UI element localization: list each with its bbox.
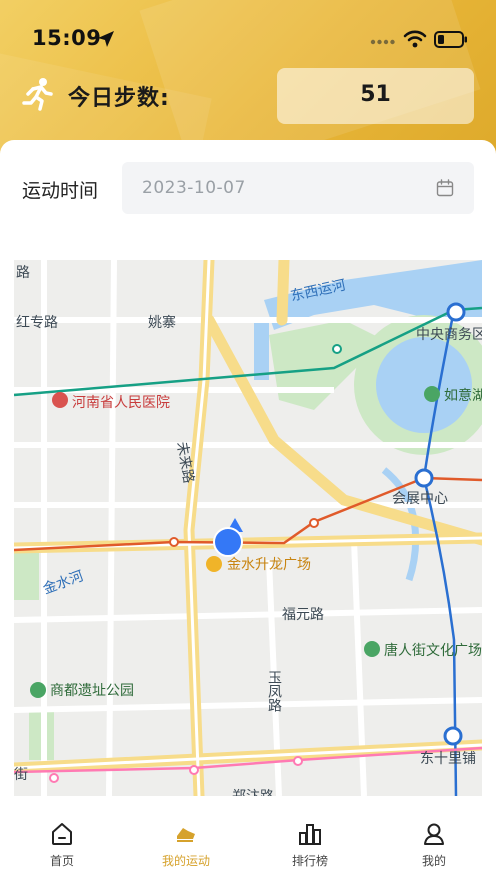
map-label-fuyuan: 福元路 — [282, 607, 324, 623]
park-icon — [364, 641, 380, 657]
map-label-hongzhuan: 红专路 — [16, 315, 58, 331]
date-filter-label: 运动时间 — [22, 180, 99, 202]
tab-my-sport-label: 我的运动 — [161, 854, 210, 868]
signal-icon — [370, 39, 395, 45]
map-label-ruyi: 如意湖 — [444, 388, 482, 404]
map-label-yufeng: 玉凤路 — [266, 670, 282, 712]
tab-profile[interactable]: 我的 — [384, 822, 484, 872]
map-label-street: 街 — [14, 767, 28, 783]
park-icon — [424, 386, 440, 402]
date-picker-input[interactable]: 2023-10-07 — [122, 162, 474, 214]
tab-ranking-label: 排行榜 — [291, 854, 328, 868]
steps-count-box: 51 — [277, 68, 474, 124]
map-label-dongshili: 东十里铺 — [420, 751, 476, 767]
sport-icon — [177, 828, 195, 842]
runner-icon — [22, 78, 53, 111]
date-filter-card: 运动时间 2023-10-07 — [0, 140, 496, 252]
wifi-icon — [403, 30, 427, 48]
hospital-icon — [52, 392, 68, 408]
tab-ranking[interactable]: 排行榜 — [260, 822, 360, 872]
tab-profile-label: 我的 — [421, 854, 446, 868]
steps-summary: 今日步数: 51 — [0, 68, 496, 126]
map-label-hospital: 河南省人民医院 — [72, 395, 170, 411]
tab-home[interactable]: 首页 — [12, 822, 112, 872]
status-bar: 15:09 — [0, 22, 496, 58]
profile-icon — [424, 823, 444, 845]
status-time: 15:09 — [32, 26, 102, 50]
battery-icon — [434, 31, 467, 48]
date-picker-value: 2023-10-07 — [142, 178, 246, 198]
map-label-tangrenjie: 唐人街文化广场 — [384, 643, 482, 659]
map-label-shangdu: 商都遗址公园 — [50, 683, 134, 699]
bottom-tab-bar: 首页 我的运动 排行榜 我的 — [0, 800, 496, 882]
shopping-icon — [206, 556, 222, 572]
map-canvas — [14, 260, 482, 796]
location-arrow-icon — [98, 31, 114, 47]
map-label-cbd: 中央商务区 — [416, 327, 482, 343]
tab-my-sport[interactable]: 我的运动 — [136, 822, 236, 872]
ranking-icon — [299, 824, 321, 845]
steps-label: 今日步数: — [68, 86, 170, 111]
map-label-zhengbian: 郑汴路 — [232, 786, 274, 796]
tab-home-label: 首页 — [49, 854, 74, 868]
map-label-yaozhai: 姚寨 — [148, 315, 176, 331]
map-label-road: 路 — [16, 265, 30, 281]
home-icon — [52, 823, 72, 845]
map-label-plaza: 金水升龙广场 — [227, 557, 311, 573]
calendar-icon[interactable] — [436, 179, 454, 197]
park-icon — [30, 682, 46, 698]
map-view[interactable]: 路 红专路 姚寨 东西运河 中央商务区 河南省人民医院 如意湖 未来路 会展中心… — [14, 260, 482, 796]
steps-count: 51 — [360, 82, 391, 107]
map-label-convention: 会展中心 — [392, 491, 448, 507]
